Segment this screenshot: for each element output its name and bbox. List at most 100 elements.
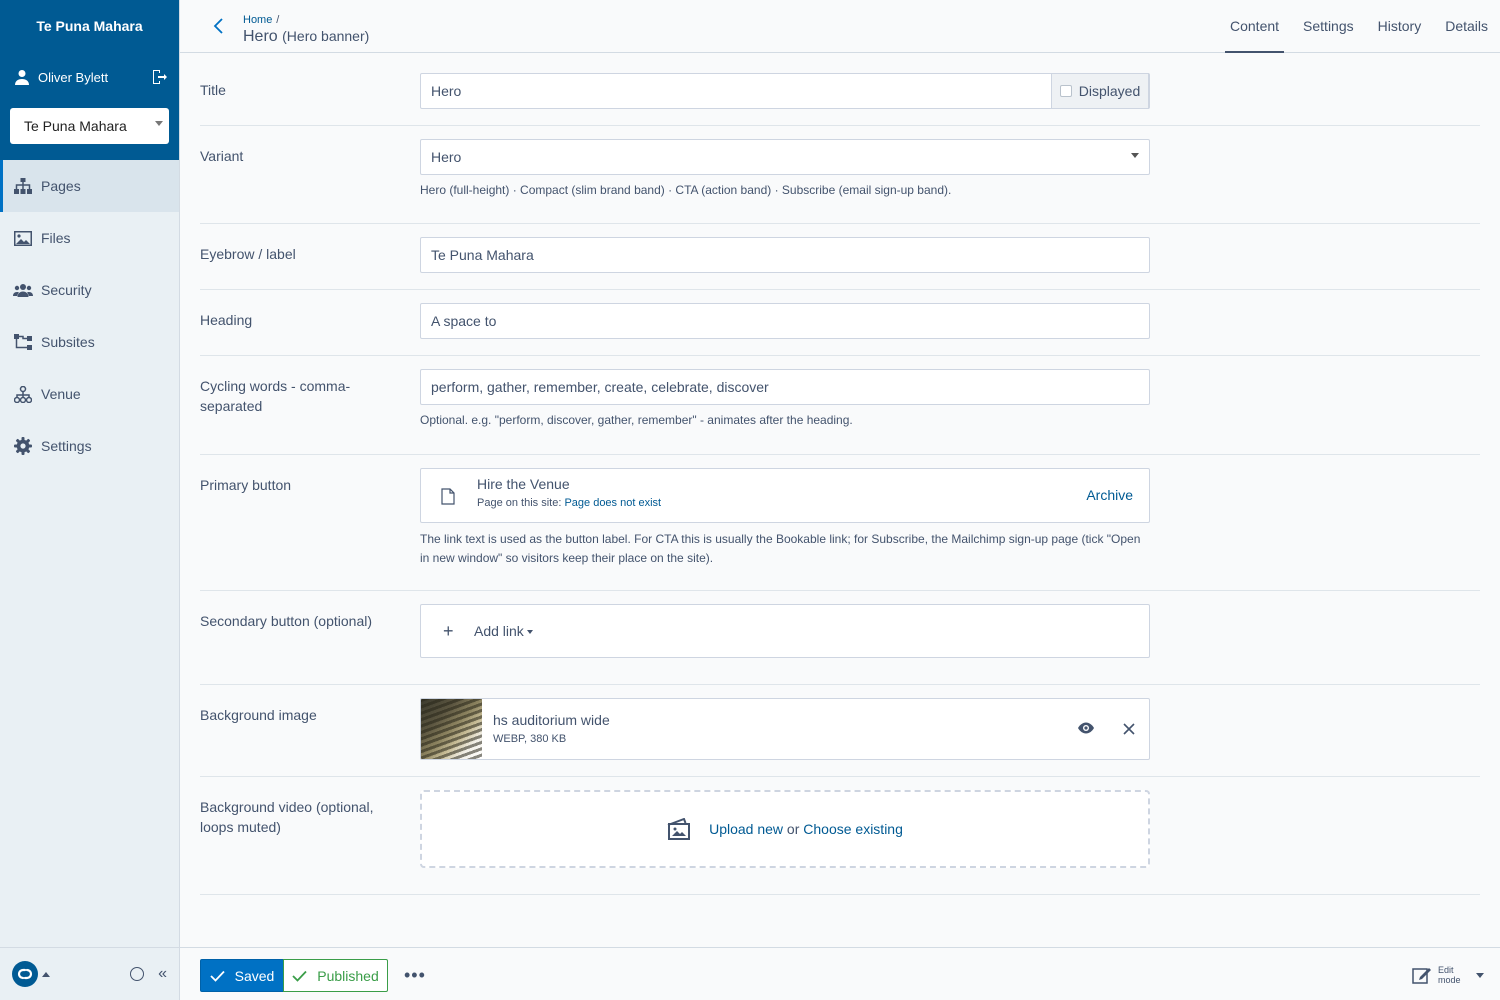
user-bar: Oliver Bylett [0,52,179,102]
cycling-words-value: perform, gather, remember, create, celeb… [431,379,769,395]
file-icon [441,488,455,505]
eye-icon[interactable] [1077,721,1095,735]
eyebrow-input-value: Te Puna Mahara [431,247,534,263]
field-label-line2: loops muted) [200,819,281,835]
plus-icon[interactable]: + [443,621,454,642]
sidebar-item-label: Subsites [41,334,95,350]
check-icon [210,970,225,982]
upload-media-icon [667,818,691,840]
secondary-link-field: + Add link [420,604,1150,658]
variant-select-value: Hero [431,149,462,165]
sidebar-item-settings[interactable]: Settings [0,420,179,472]
title-input[interactable]: Hero Displayed [420,73,1150,109]
collapse-sidebar-button[interactable]: « [158,965,167,983]
tab-settings[interactable]: Settings [1291,0,1366,53]
subsite-select[interactable]: Te Puna Mahara [10,108,169,144]
edit-mode-line2: mode [1438,975,1461,985]
sidebar-item-label: Settings [41,438,92,454]
primary-button-help: The link text is used as the button labe… [420,530,1150,568]
link-status: Page does not exist [564,497,662,509]
edit-mode-label: Edit mode [1438,965,1466,985]
status-circle-icon[interactable] [130,967,145,981]
upload-new-link[interactable]: Upload new [709,821,783,837]
cycling-words-help: Optional. e.g. "perform, discover, gathe… [420,413,853,427]
tab-content[interactable]: Content [1225,0,1285,53]
upload-or-text: or [786,821,800,837]
sidebar-item-subsites[interactable]: Subsites [0,316,179,368]
caret-down-icon [1131,153,1139,158]
sidebar-item-venue[interactable]: Venue [0,368,179,420]
user-name[interactable]: Oliver Bylett [38,70,151,85]
field-background-video: Background video (optional, loops muted) … [200,777,1480,895]
add-link-button[interactable]: Add link [474,623,533,639]
image-file-meta: WEBP, 380 KB [493,733,567,745]
check-icon [292,970,307,982]
image-thumbnail[interactable] [421,699,482,759]
sidebar-item-files[interactable]: Files [0,212,179,264]
eyebrow-input[interactable]: Te Puna Mahara [420,237,1150,273]
main-menu: Pages Files Security Subsites Venue Sett… [0,160,179,472]
edit-mode-toggle[interactable]: Edit mode [1412,965,1484,985]
cycling-words-input[interactable]: perform, gather, remember, create, celeb… [420,369,1150,405]
user-icon [15,70,29,85]
variant-help: Hero (full-height) · Compact (slim brand… [420,183,952,197]
heading-input-value: A space to [431,313,497,329]
image-upload-item: hs auditorium wide WEBP, 380 KB [420,698,1150,760]
choose-existing-link[interactable]: Choose existing [803,821,903,837]
page-type-label: (Hero banner) [282,28,370,44]
heading-input[interactable]: A space to [420,303,1150,339]
field-label: Cycling words - comma-separated [200,376,390,416]
action-bar: Saved Published ••• Edit mode [180,947,1500,1000]
breadcrumb-home-link[interactable]: Home [243,14,272,26]
displayed-checkbox[interactable] [1059,85,1072,97]
displayed-label: Displayed [1078,83,1141,99]
caret-down-icon [155,121,163,126]
field-primary-button: Primary button Hire the Venue Page on th… [200,455,1480,591]
editor-tabs: Content Settings History Details [1218,0,1500,53]
primary-link-field[interactable]: Hire the Venue Page on this site: Page d… [420,468,1150,523]
field-label: Primary button [200,477,292,493]
edit-mode-line1: Edit [1438,965,1454,975]
primary-link-description: Page on this site: Page does not exist [477,497,661,509]
caret-down-icon [526,630,533,635]
image-icon [13,229,33,247]
breadcrumb-separator: / [276,14,280,26]
published-button[interactable]: Published [283,959,388,992]
field-label: Background video (optional, loops muted) [200,797,390,837]
cms-logo-icon[interactable] [12,961,38,987]
brand-name: Te Puna Mahara [36,18,143,34]
tab-history[interactable]: History [1366,0,1434,53]
sidebar-item-label: Pages [41,178,81,194]
saved-label: Saved [234,967,275,984]
close-icon[interactable] [1121,721,1137,737]
page-title-text: Hero [243,28,278,45]
caret-up-icon[interactable] [42,971,50,977]
caret-down-icon [1476,972,1484,978]
saved-button[interactable]: Saved [200,959,284,992]
sidebar-item-label: Venue [41,386,81,402]
users-icon [13,281,33,299]
back-arrow-icon[interactable] [210,17,228,35]
sidebar-item-security[interactable]: Security [0,264,179,316]
sitemap-icon [13,177,33,195]
edit-icon [1412,968,1431,984]
primary-link-title: Hire the Venue [477,476,570,492]
page-title: Hero (Hero banner) [243,28,369,46]
sidebar-item-pages[interactable]: Pages [0,160,179,212]
help-line1: The link text is used as the button labe… [420,532,1141,546]
subsite-switcher-wrap: Te Puna Mahara [0,102,179,160]
field-cycling-words: Cycling words - comma-separated perform,… [200,356,1480,455]
subsites-icon [13,333,33,351]
sidebar: Te Puna Mahara Oliver Bylett Te Puna Mah… [0,0,180,1000]
gear-icon [13,437,33,455]
video-upload-dropzone[interactable]: Upload new or Choose existing [420,790,1150,868]
more-options-button[interactable]: ••• [404,966,426,984]
displayed-toggle[interactable]: Displayed [1051,73,1149,109]
field-label-line1: Cycling words - comma- [200,378,351,394]
variant-select[interactable]: Hero [420,139,1150,175]
field-secondary-button: Secondary button (optional) + Add link [200,591,1480,685]
logout-icon[interactable] [151,69,167,85]
app-brand[interactable]: Te Puna Mahara [0,0,179,52]
archive-link-button[interactable]: Archive [1086,487,1133,503]
tab-details[interactable]: Details [1433,0,1500,53]
